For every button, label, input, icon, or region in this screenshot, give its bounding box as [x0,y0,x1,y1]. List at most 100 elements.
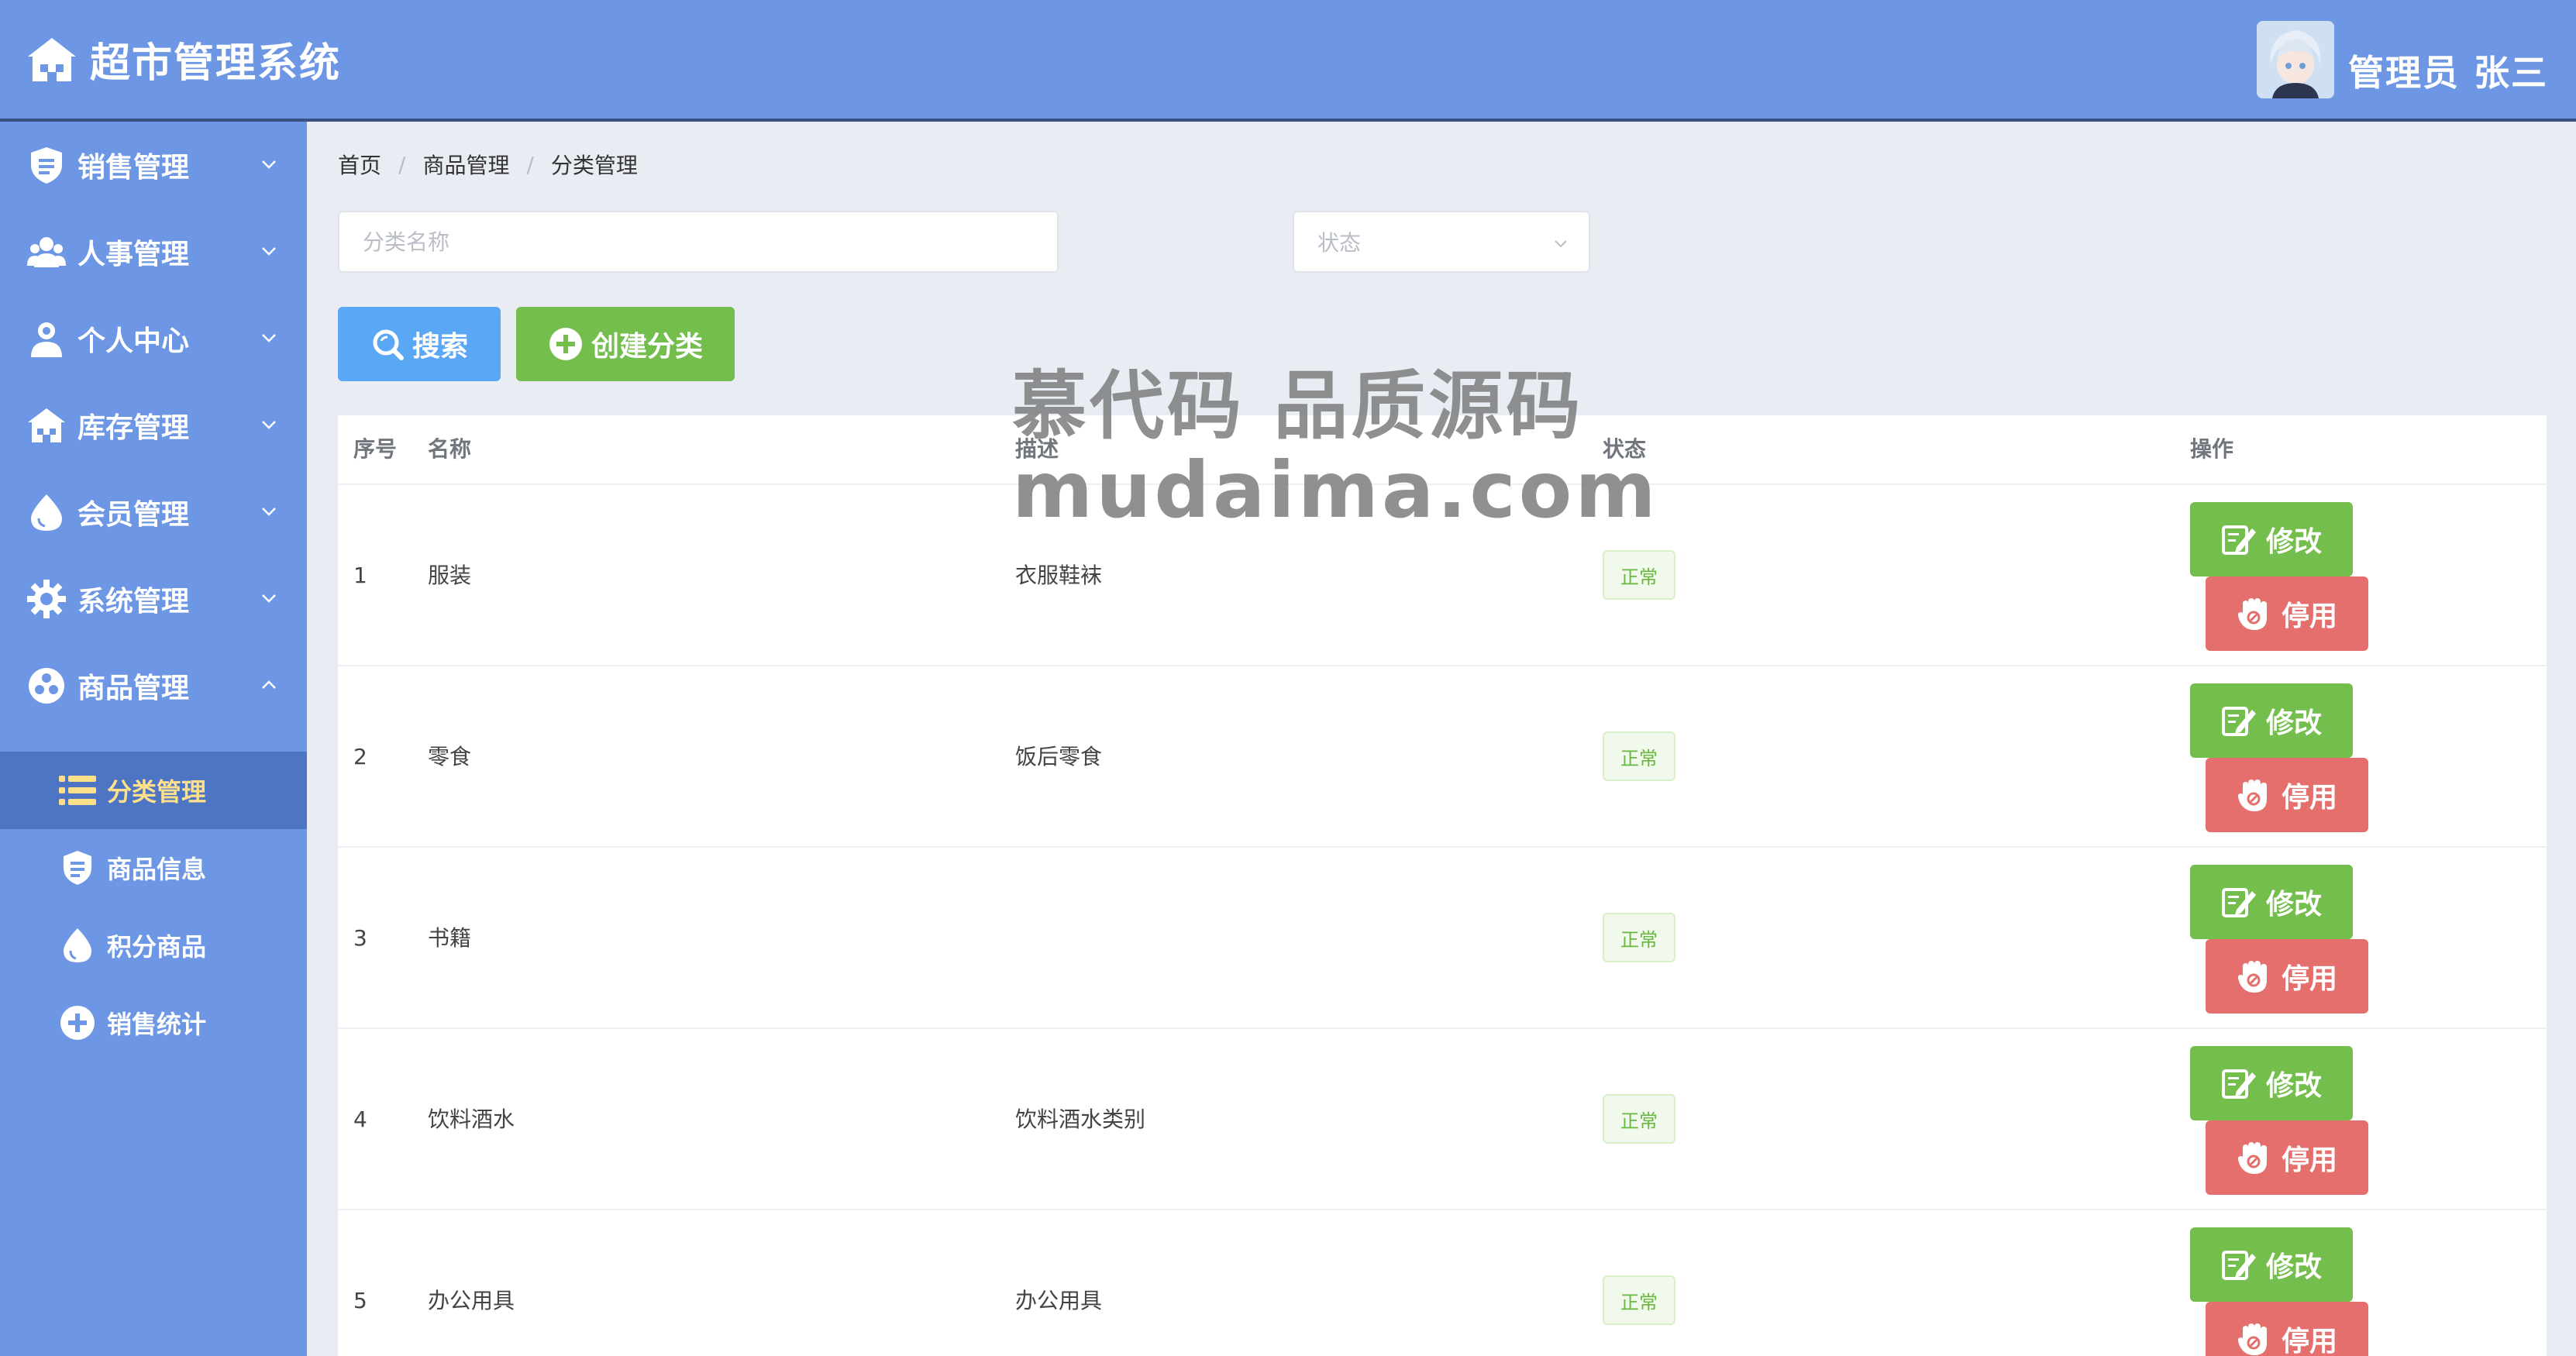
menu-goods[interactable]: 商品管理 [0,642,307,729]
hand-stop-icon [2237,780,2267,811]
status-badge: 正常 [1603,731,1675,781]
table-row: 2 零食 饭后零食 正常 修改停用 [338,666,2547,848]
menu-sales[interactable]: 销售管理 [0,122,307,208]
hand-stop-icon [2237,1142,2267,1174]
row-name: 零食 [428,744,472,769]
row-no: 2 [353,744,367,769]
plus-circle-icon [549,328,582,360]
top-header: 超市管理系统 管理员 张三 [0,0,2576,122]
sub-item-sales-stats[interactable]: 销售统计 [0,984,307,1062]
menu-member[interactable]: 会员管理 [0,469,307,556]
shield-icon [31,147,62,184]
edit-icon [2221,1069,2256,1099]
disable-button[interactable]: 停用 [2206,1302,2368,1356]
avatar[interactable] [2256,20,2334,98]
row-desc: 饮料酒水类别 [1015,1106,1146,1132]
edit-icon [2221,707,2256,736]
disable-button[interactable]: 停用 [2206,758,2368,832]
disable-button[interactable]: 停用 [2206,1120,2368,1195]
menu-label: 库存管理 [77,412,190,444]
menu-label: 会员管理 [77,499,190,531]
row-no: 1 [353,563,367,588]
search-button-label: 搜索 [412,331,468,363]
breadcrumb-goods[interactable]: 商品管理 [422,149,509,180]
row-no: 3 [353,925,367,951]
search-icon [373,329,404,360]
edit-button-label: 修改 [2265,526,2322,558]
menu-inventory[interactable]: 库存管理 [0,382,307,469]
row-name: 饮料酒水 [428,1106,515,1132]
edit-button[interactable]: 修改 [2190,1227,2353,1302]
disable-button-label: 停用 [2281,601,2337,632]
row-name: 服装 [428,563,472,588]
disable-button[interactable]: 停用 [2206,576,2368,651]
edit-button[interactable]: 修改 [2190,683,2353,758]
edit-button-label: 修改 [2265,1070,2322,1102]
hand-stop-icon [2237,598,2267,630]
chevron-down-icon [262,508,276,516]
category-name-input[interactable] [338,211,1059,273]
menu-system[interactable]: 系统管理 [0,556,307,642]
column-header-name: 名称 [428,436,472,462]
disable-button-label: 停用 [2281,782,2337,814]
breadcrumb-current: 分类管理 [550,153,638,178]
row-name: 书籍 [428,925,472,951]
chevron-down-icon [262,334,276,342]
users-icon [27,237,66,267]
menu-hr[interactable]: 人事管理 [0,208,307,295]
home-icon [28,37,76,81]
chevron-down-icon [262,247,276,256]
brand[interactable]: 超市管理系统 [26,30,341,88]
sub-item-label: 商品信息 [107,855,207,884]
disable-button-label: 停用 [2281,1326,2337,1356]
avatar-image [2256,20,2334,98]
sub-item-goods-info[interactable]: 商品信息 [0,829,307,907]
drop-icon [31,494,62,531]
row-no: 5 [353,1288,367,1313]
edit-button[interactable]: 修改 [2190,865,2353,939]
table-row: 3 书籍 正常 修改停用 [338,848,2547,1029]
sub-item-points-goods[interactable]: 积分商品 [0,907,307,984]
app-title: 超市管理系统 [90,40,342,87]
breadcrumb: 首页 / 商品管理 / 分类管理 [338,149,638,180]
row-desc: 饭后零食 [1015,744,1103,769]
sub-item-label: 积分商品 [107,932,207,962]
status-badge: 正常 [1603,913,1675,962]
menu-label: 销售管理 [77,152,190,184]
hand-stop-icon [2237,1323,2267,1355]
user-menu[interactable]: 管理员 张三 [2256,20,2548,98]
disable-button[interactable]: 停用 [2206,939,2368,1014]
hand-stop-icon [2237,961,2267,993]
table-row: 4 饮料酒水 饮料酒水类别 正常 修改 停用 [338,1029,2547,1210]
sub-item-category[interactable]: 分类管理 [0,752,307,829]
menu-label: 人事管理 [77,239,190,270]
breadcrumb-separator: / [398,151,406,177]
chevron-down-icon [1555,240,1567,248]
edit-icon [2221,525,2256,555]
category-table: 序号 名称 描述 状态 操作 1 服装 衣服鞋袜 正常 修改 停用 2 零食 饭后零食 正常 修改停… [338,415,2547,1356]
create-category-button[interactable]: 创建分类 [516,307,735,381]
edit-button[interactable]: 修改 [2190,502,2353,576]
user-name: 管理员 张三 [2347,51,2548,94]
status-badge: 正常 [1603,1094,1675,1144]
table-row: 5 办公用具 办公用具 正常 修改 停用 [338,1210,2547,1356]
edit-icon [2221,1251,2256,1280]
menu-profile[interactable]: 个人中心 [0,295,307,382]
edit-button-label: 修改 [2265,889,2322,921]
list-icon [59,776,96,805]
gear-icon [27,580,66,618]
breadcrumb-home[interactable]: 首页 [338,149,381,180]
goods-icon [29,668,64,704]
edit-button[interactable]: 修改 [2190,1046,2353,1120]
status-badge: 正常 [1603,550,1675,600]
column-header-actions: 操作 [2190,436,2234,462]
search-button[interactable]: 搜索 [338,307,501,381]
edit-button-label: 修改 [2265,707,2322,739]
chevron-down-icon [262,160,276,169]
sidebar: 销售管理 人事管理 个人中心 库存管理 会员管理 系统管理 商品管理 分类管理 … [0,122,307,1356]
status-select[interactable]: 状态 [1293,211,1590,273]
column-header-no: 序号 [353,436,398,462]
chevron-up-icon [262,680,276,689]
edit-icon [2221,888,2256,917]
warehouse-icon [28,408,65,442]
